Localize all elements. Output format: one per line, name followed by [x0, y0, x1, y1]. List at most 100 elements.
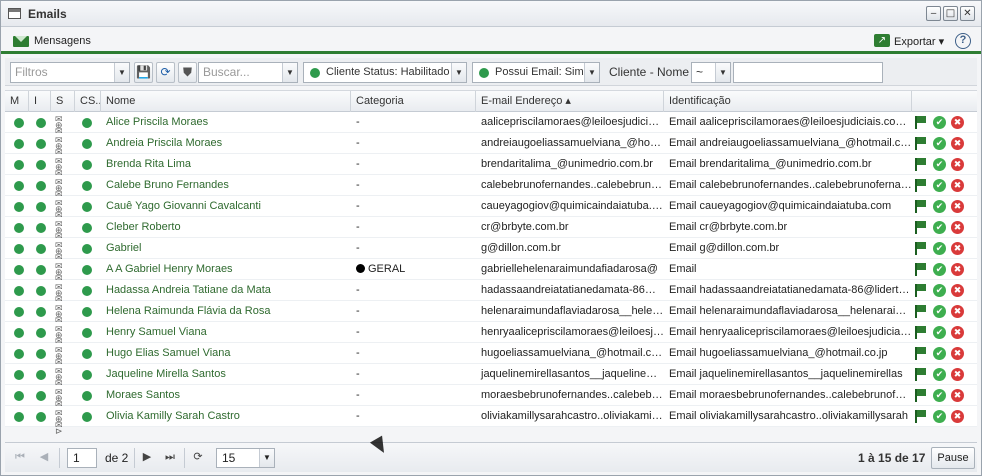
maximize-button[interactable]: □ [943, 6, 958, 21]
operator-select[interactable]: ~ ▼ [691, 62, 731, 83]
refresh-icon[interactable]: ⟳ [156, 62, 175, 83]
table-row[interactable]: ✉⊕✉⊳ Alice Priscila Moraes- aalicepriscila… [5, 112, 977, 142]
flag-icon[interactable] [915, 410, 927, 423]
column-category[interactable]: Categoria [351, 91, 476, 112]
flag-icon[interactable] [915, 347, 927, 360]
refresh-icon[interactable]: ⟳ [191, 450, 205, 464]
name-cell[interactable]: Brenda Rita Lima [101, 154, 351, 175]
search-select[interactable]: Buscar... ▼ [198, 62, 298, 83]
export-menu[interactable]: Exportar ▾ [894, 35, 944, 48]
flag-icon[interactable] [915, 137, 927, 150]
approve-icon[interactable]: ✔ [933, 221, 946, 234]
chevron-down-icon[interactable]: ▼ [259, 449, 274, 467]
table-row[interactable]: ✉⊕✉⊳ Calebe Bruno Fernandes- calebebrunofe… [5, 175, 977, 205]
approve-icon[interactable]: ✔ [933, 347, 946, 360]
approve-icon[interactable]: ✔ [933, 179, 946, 192]
reject-icon[interactable]: ✖ [951, 305, 964, 318]
name-cell[interactable]: Alice Priscila Moraes [101, 112, 351, 133]
reject-icon[interactable]: ✖ [951, 116, 964, 129]
export-icon[interactable]: ↗ [874, 34, 890, 47]
name-cell[interactable]: Hugo Elias Samuel Viana [101, 343, 351, 364]
reject-icon[interactable]: ✖ [951, 368, 964, 381]
reject-icon[interactable]: ✖ [951, 242, 964, 255]
table-row[interactable]: ✉⊕✉⊳ Hugo Elias Samuel Viana- hugoeliassam… [5, 343, 977, 373]
approve-icon[interactable]: ✔ [933, 410, 946, 423]
flag-icon[interactable] [915, 389, 927, 402]
reject-icon[interactable]: ✖ [951, 389, 964, 402]
column-email[interactable]: E-mail Endereço ▴ [476, 91, 664, 112]
reject-icon[interactable]: ✖ [951, 200, 964, 213]
name-cell[interactable]: Jaqueline Mirella Santos [101, 364, 351, 385]
table-row[interactable]: ✉⊕✉⊳ Gabriel- g@dillon.com.br Email g@dillo… [5, 238, 977, 268]
table-row[interactable]: ✉⊕✉⊳ Cleber Roberto- cr@brbyte.com.br Email… [5, 217, 977, 247]
column-identification[interactable]: Identificação [664, 91, 912, 112]
filters-select[interactable]: Filtros ▼ [10, 62, 130, 83]
reject-icon[interactable]: ✖ [951, 137, 964, 150]
column-cs[interactable]: CS.. [75, 91, 101, 112]
name-cell[interactable]: Henry Samuel Viana [101, 322, 351, 343]
next-page-icon[interactable]: ▶ [140, 450, 154, 464]
flag-icon[interactable] [915, 305, 927, 318]
previous-page-icon[interactable]: ◀ [37, 450, 51, 464]
name-cell[interactable]: Hadassa Andreia Tatiane da Mata [101, 280, 351, 301]
name-cell[interactable]: Olivia Kamilly Sarah Castro [101, 406, 351, 427]
reject-icon[interactable]: ✖ [951, 284, 964, 297]
reject-icon[interactable]: ✖ [951, 158, 964, 171]
reject-icon[interactable]: ✖ [951, 410, 964, 423]
messages-menu[interactable]: Mensagens [34, 35, 91, 47]
approve-icon[interactable]: ✔ [933, 326, 946, 339]
database-remove-icon[interactable]: ⛊ [178, 62, 197, 83]
page-size-select[interactable]: 15 ▼ [216, 448, 275, 468]
approve-icon[interactable]: ✔ [933, 137, 946, 150]
table-row[interactable]: ✉⊕✉⊳ Jaqueline Mirella Santos- jaquelinemi… [5, 364, 977, 394]
name-cell[interactable]: Gabriel [101, 238, 351, 259]
chevron-down-icon[interactable]: ▼ [451, 63, 466, 82]
approve-icon[interactable]: ✔ [933, 116, 946, 129]
flag-icon[interactable] [915, 284, 927, 297]
approve-icon[interactable]: ✔ [933, 284, 946, 297]
minimize-button[interactable]: ‒ [926, 6, 941, 21]
approve-icon[interactable]: ✔ [933, 368, 946, 381]
flag-icon[interactable] [915, 368, 927, 381]
flag-icon[interactable] [915, 200, 927, 213]
help-icon[interactable]: ? [955, 33, 971, 49]
flag-icon[interactable] [915, 242, 927, 255]
flag-icon[interactable] [915, 326, 927, 339]
first-page-icon[interactable]: ⏮ [13, 450, 27, 464]
reject-icon[interactable]: ✖ [951, 221, 964, 234]
column-s[interactable]: S [51, 91, 75, 112]
table-row[interactable]: ✉⊕✉⊳ Hadassa Andreia Tatiane da Mata- hada… [5, 280, 977, 310]
table-row[interactable]: ✉⊕✉⊳ Moraes Santos- moraesbebrunofernandes… [5, 385, 977, 415]
client-status-filter[interactable]: Cliente Status: Habilitado ▼ [303, 62, 467, 83]
chevron-down-icon[interactable]: ▼ [584, 63, 599, 82]
table-row[interactable]: ✉⊕✉⊳ Cauê Yago Giovanni Cavalcanti- caueya… [5, 196, 977, 226]
name-cell[interactable]: A A Gabriel Henry Moraes [101, 259, 351, 280]
table-row[interactable]: ✉⊕✉⊳ Andreia Priscila Moraes- andreiaugoel… [5, 133, 977, 163]
client-name-input[interactable] [733, 62, 883, 83]
save-icon[interactable]: 💾 [134, 62, 153, 83]
table-row[interactable]: ✉⊕✉⊳ Henry Samuel Viana- henryaaliceprisci… [5, 322, 977, 352]
approve-icon[interactable]: ✔ [933, 263, 946, 276]
flag-icon[interactable] [915, 263, 927, 276]
name-cell[interactable]: Helena Raimunda Flávia da Rosa [101, 301, 351, 322]
reject-icon[interactable]: ✖ [951, 179, 964, 192]
name-cell[interactable]: Moraes Santos [101, 385, 351, 406]
chevron-down-icon[interactable]: ▼ [715, 63, 730, 82]
name-cell[interactable]: Cauê Yago Giovanni Cavalcanti [101, 196, 351, 217]
table-row[interactable]: ✉⊕✉⊳ Helena Raimunda Flávia da Rosa- helen… [5, 301, 977, 331]
table-row[interactable]: ✉⊕✉⊳ Brenda Rita Lima- brendaritalima_@uni… [5, 154, 977, 184]
name-cell[interactable]: Cleber Roberto [101, 217, 351, 238]
approve-icon[interactable]: ✔ [933, 242, 946, 255]
approve-icon[interactable]: ✔ [933, 158, 946, 171]
close-button[interactable]: ✕ [960, 6, 975, 21]
flag-icon[interactable] [915, 158, 927, 171]
last-page-icon[interactable]: ⏭ [163, 450, 177, 464]
name-cell[interactable]: Andreia Priscila Moraes [101, 133, 351, 154]
column-i[interactable]: I [29, 91, 51, 112]
table-row[interactable]: ✉⊕✉⊳ A A Gabriel Henry Moraes GERAL gabriel… [5, 259, 977, 289]
flag-icon[interactable] [915, 221, 927, 234]
has-email-filter[interactable]: Possui Email: Sim ▼ [472, 62, 600, 83]
page-number-input[interactable]: 1 [67, 448, 97, 468]
column-name[interactable]: Nome [101, 91, 351, 112]
approve-icon[interactable]: ✔ [933, 200, 946, 213]
